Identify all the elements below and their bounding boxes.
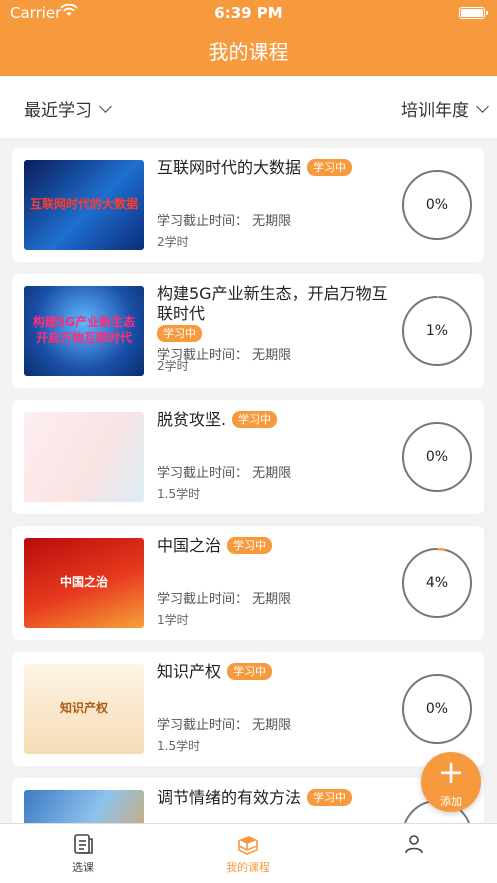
- course-thumbnail: 互联网时代的大数据: [24, 160, 144, 250]
- year-dropdown-label: 培训年度: [401, 101, 469, 121]
- tab-course-select[interactable]: 选课: [33, 832, 133, 875]
- tab-label: 我的课程: [226, 861, 270, 874]
- add-course-label: 添加: [440, 795, 462, 808]
- progress-ring: 1%: [402, 296, 472, 366]
- status-badge: 学习中: [157, 325, 202, 342]
- course-hours: 1.5学时: [157, 487, 201, 501]
- status-badge: 学习中: [227, 537, 273, 554]
- tab-profile[interactable]: [364, 832, 464, 859]
- tab-label: 选课: [72, 861, 94, 874]
- add-course-button[interactable]: + 添加: [421, 752, 481, 812]
- course-hours: 1学时: [157, 613, 189, 627]
- course-card[interactable]: 知识产权 知识产权 学习中 学习截止时间： 无期限 1.5学时 0%: [12, 652, 484, 766]
- book-icon: [238, 836, 258, 855]
- course-card[interactable]: 构建5G产业新生态 开启万物互联时代 构建5G产业新生态，开启万物互联时代 学习中 …: [12, 274, 484, 388]
- course-card[interactable]: 互联网时代的大数据 互联网时代的大数据 学习中 学习截止时间： 无期限 2学时 0…: [12, 148, 484, 262]
- course-title: 调节情绪的有效方法 学习中: [157, 788, 397, 808]
- sort-dropdown[interactable]: 最近学习: [24, 96, 112, 121]
- progress-ring: 0%: [402, 422, 472, 492]
- filter-bar: 最近学习 培训年度: [0, 76, 497, 138]
- course-list: 互联网时代的大数据 互联网时代的大数据 学习中 学习截止时间： 无期限 2学时 0…: [0, 138, 497, 823]
- progress-ring: 4%: [402, 548, 472, 618]
- status-badge: 学习中: [232, 411, 278, 428]
- progress-arc: [402, 296, 472, 366]
- course-title: 知识产权 学习中: [157, 662, 397, 682]
- progress-arc: [402, 548, 472, 618]
- course-card[interactable]: 中国之治 中国之治 学习中 学习截止时间： 无期限 1学时 4%: [12, 526, 484, 640]
- course-thumbnail: 知识产权: [24, 664, 144, 754]
- sort-dropdown-label: 最近学习: [24, 101, 92, 121]
- progress-ring: 0%: [402, 674, 472, 744]
- clock: 6:39 PM: [214, 4, 283, 22]
- tab-my-courses[interactable]: 我的课程: [198, 832, 298, 875]
- chevron-down-icon: [99, 99, 112, 113]
- course-thumbnail: 中国之治: [24, 538, 144, 628]
- progress-ring: 0%: [402, 170, 472, 240]
- course-hours: 1.5学时: [157, 739, 201, 753]
- tab-bar: 选课 我的课程: [0, 823, 497, 883]
- page-title: 我的课程: [208, 40, 289, 64]
- status-badge: 学习中: [227, 663, 273, 680]
- course-card[interactable]: 调节情绪的有效方法 学习中: [12, 778, 484, 823]
- status-bar: Carrier 6:39 PM: [0, 0, 497, 26]
- battery-icon: [459, 7, 488, 19]
- course-card[interactable]: 脱贫攻坚. 学习中 学习截止时间： 无期限 1.5学时 0%: [12, 400, 484, 514]
- course-deadline: 学习截止时间： 无期限: [157, 214, 292, 229]
- course-thumbnail: [24, 412, 144, 502]
- plus-icon: +: [437, 753, 465, 791]
- course-deadline: 学习截止时间： 无期限: [157, 718, 292, 733]
- course-title: 互联网时代的大数据 学习中: [157, 158, 397, 178]
- course-deadline: 学习截止时间： 无期限: [157, 466, 292, 481]
- status-badge: 学习中: [307, 789, 353, 806]
- user-icon: [405, 835, 423, 854]
- course-thumbnail: [24, 790, 144, 823]
- app-header: Carrier 6:39 PM 我的课程: [0, 0, 497, 76]
- status-badge: 学习中: [307, 159, 353, 176]
- course-hours: 2学时: [157, 235, 189, 249]
- course-title: 中国之治 学习中: [157, 536, 397, 556]
- course-list-icon: [74, 834, 93, 854]
- course-deadline: 学习截止时间： 无期限: [157, 592, 292, 607]
- course-title: 脱贫攻坚. 学习中: [157, 410, 397, 430]
- course-thumbnail: 构建5G产业新生态 开启万物互联时代: [24, 286, 144, 376]
- chevron-down-icon: [476, 99, 489, 113]
- course-hours: 2学时: [157, 359, 189, 373]
- course-title: 构建5G产业新生态，开启万物互联时代 学习中: [157, 284, 388, 342]
- year-dropdown[interactable]: 培训年度: [401, 96, 489, 121]
